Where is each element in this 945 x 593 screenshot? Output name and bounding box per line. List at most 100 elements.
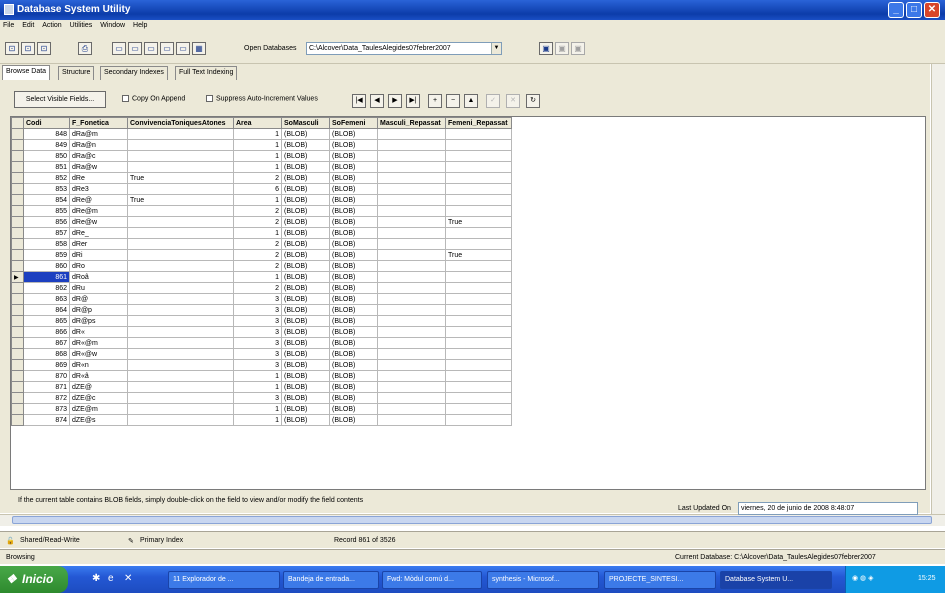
table-cell-convivenciatoniquesatones[interactable] bbox=[127, 271, 234, 283]
table-cell-masculi-repassat[interactable] bbox=[377, 161, 446, 173]
table-cell-f-fonetica[interactable]: dR@ bbox=[69, 293, 128, 305]
table-cell-somasculi[interactable]: (BLOB) bbox=[281, 282, 330, 294]
table-row[interactable]: 853 dRe3 6 (BLOB) (BLOB) bbox=[11, 183, 517, 195]
table-cell-f-fonetica[interactable]: dRi bbox=[69, 249, 128, 261]
table-cell-convivenciatoniquesatones[interactable] bbox=[127, 150, 234, 162]
table-cell-codi[interactable]: 859 bbox=[23, 249, 70, 261]
menu-edit[interactable]: Edit bbox=[19, 20, 37, 31]
table-cell-area[interactable]: 1 bbox=[233, 381, 282, 393]
taskbar-button[interactable]: Database System U... bbox=[720, 571, 832, 589]
table-cell-femeni-repassat[interactable] bbox=[445, 315, 512, 327]
column-header-femeni-repassat[interactable]: Femeni_Repassat bbox=[445, 117, 512, 129]
row-indicator[interactable] bbox=[11, 337, 24, 349]
table-cell-f-fonetica[interactable]: dR«@w bbox=[69, 348, 128, 360]
table-cell-femeni-repassat[interactable] bbox=[445, 194, 512, 206]
row-indicator[interactable] bbox=[11, 282, 24, 294]
table-cell-f-fonetica[interactable]: dR@p bbox=[69, 304, 128, 316]
table-cell-f-fonetica[interactable]: dRer bbox=[69, 238, 128, 250]
row-indicator[interactable] bbox=[11, 194, 24, 206]
vertical-scrollbar[interactable] bbox=[931, 64, 945, 514]
row-indicator[interactable] bbox=[11, 183, 24, 195]
table-cell-masculi-repassat[interactable] bbox=[377, 260, 446, 272]
table-row[interactable]: 868 dR«@w 3 (BLOB) (BLOB) bbox=[11, 348, 517, 360]
table-cell-sofemeni[interactable]: (BLOB) bbox=[329, 260, 378, 272]
table-cell-convivenciatoniquesatones[interactable] bbox=[127, 260, 234, 272]
table-cell-codi[interactable]: 869 bbox=[23, 359, 70, 371]
table-cell-codi[interactable]: 853 bbox=[23, 183, 70, 195]
table-cell-masculi-repassat[interactable] bbox=[377, 304, 446, 316]
table-cell-area[interactable]: 3 bbox=[233, 293, 282, 305]
insert-record-button[interactable]: + bbox=[428, 94, 442, 108]
table-cell-sofemeni[interactable]: (BLOB) bbox=[329, 216, 378, 228]
table-cell-sofemeni[interactable]: (BLOB) bbox=[329, 238, 378, 250]
table-row[interactable]: 855 dRe@m 2 (BLOB) (BLOB) bbox=[11, 205, 517, 217]
table-cell-somasculi[interactable]: (BLOB) bbox=[281, 238, 330, 250]
table-cell-convivenciatoniquesatones[interactable] bbox=[127, 337, 234, 349]
table-cell-sofemeni[interactable]: (BLOB) bbox=[329, 370, 378, 382]
table-cell-somasculi[interactable]: (BLOB) bbox=[281, 271, 330, 283]
table-cell-sofemeni[interactable]: (BLOB) bbox=[329, 227, 378, 239]
table-cell-convivenciatoniquesatones[interactable]: True bbox=[127, 194, 234, 206]
table-row[interactable]: 862 dRu 2 (BLOB) (BLOB) bbox=[11, 282, 517, 294]
table-cell-codi[interactable]: 868 bbox=[23, 348, 70, 360]
table-row[interactable]: 859 dRi 2 (BLOB) (BLOB) True bbox=[11, 249, 517, 261]
table-cell-codi[interactable]: 860 bbox=[23, 260, 70, 272]
row-indicator[interactable]: ▶ bbox=[11, 271, 24, 283]
table-cell-masculi-repassat[interactable] bbox=[377, 348, 446, 360]
table-cell-somasculi[interactable]: (BLOB) bbox=[281, 194, 330, 206]
table-cell-somasculi[interactable]: (BLOB) bbox=[281, 304, 330, 316]
table-cell-masculi-repassat[interactable] bbox=[377, 315, 446, 327]
table-cell-femeni-repassat[interactable] bbox=[445, 304, 512, 316]
row-indicator[interactable] bbox=[11, 392, 24, 404]
table-cell-femeni-repassat[interactable] bbox=[445, 326, 512, 338]
table-row[interactable]: 854 dRe@ True 1 (BLOB) (BLOB) bbox=[11, 194, 517, 206]
row-indicator[interactable] bbox=[11, 128, 24, 140]
table-cell-femeni-repassat[interactable] bbox=[445, 414, 512, 426]
table-cell-femeni-repassat[interactable]: True bbox=[445, 216, 512, 228]
table-cell-femeni-repassat[interactable] bbox=[445, 293, 512, 305]
table-cell-convivenciatoniquesatones[interactable]: True bbox=[127, 172, 234, 184]
table-cell-masculi-repassat[interactable] bbox=[377, 337, 446, 349]
table-cell-area[interactable]: 2 bbox=[233, 205, 282, 217]
table-cell-area[interactable]: 2 bbox=[233, 238, 282, 250]
table-cell-masculi-repassat[interactable] bbox=[377, 216, 446, 228]
table-cell-f-fonetica[interactable]: dRo bbox=[69, 260, 128, 272]
table-row[interactable]: 874 dZE@s 1 (BLOB) (BLOB) bbox=[11, 414, 517, 426]
table-cell-area[interactable]: 1 bbox=[233, 139, 282, 151]
table-cell-area[interactable]: 1 bbox=[233, 271, 282, 283]
table-cell-somasculi[interactable]: (BLOB) bbox=[281, 227, 330, 239]
table-cell-femeni-repassat[interactable] bbox=[445, 260, 512, 272]
table-cell-codi[interactable]: 854 bbox=[23, 194, 70, 206]
table-cell-f-fonetica[interactable]: dR«@m bbox=[69, 337, 128, 349]
tab-secondary-indexes[interactable]: Secondary Indexes bbox=[100, 66, 168, 80]
table-cell-f-fonetica[interactable]: dZE@s bbox=[69, 414, 128, 426]
table-cell-convivenciatoniquesatones[interactable] bbox=[127, 403, 234, 415]
first-record-button[interactable]: |◀ bbox=[352, 94, 366, 108]
next-record-button[interactable]: ▶ bbox=[388, 94, 402, 108]
table-cell-femeni-repassat[interactable] bbox=[445, 227, 512, 239]
table-cell-f-fonetica[interactable]: dRa@m bbox=[69, 128, 128, 140]
menu-utilities[interactable]: Utilities bbox=[67, 20, 96, 31]
table-cell-femeni-repassat[interactable] bbox=[445, 238, 512, 250]
row-indicator[interactable] bbox=[11, 370, 24, 382]
table-cell-femeni-repassat[interactable] bbox=[445, 370, 512, 382]
table-cell-masculi-repassat[interactable] bbox=[377, 227, 446, 239]
show-desktop-icon[interactable]: ✱ bbox=[92, 573, 100, 584]
table-cell-f-fonetica[interactable]: dRa@c bbox=[69, 150, 128, 162]
open-databases-select[interactable]: C:\Alcover\Data_TaulesAlegides07febrer20… bbox=[306, 42, 502, 55]
table-cell-masculi-repassat[interactable] bbox=[377, 183, 446, 195]
table-row[interactable]: 869 dR«n 3 (BLOB) (BLOB) bbox=[11, 359, 517, 371]
table-cell-somasculi[interactable]: (BLOB) bbox=[281, 128, 330, 140]
table-cell-masculi-repassat[interactable] bbox=[377, 293, 446, 305]
taskbar-button[interactable]: Bandeja de entrada... bbox=[283, 571, 379, 589]
table-cell-sofemeni[interactable]: (BLOB) bbox=[329, 139, 378, 151]
table-cell-sofemeni[interactable]: (BLOB) bbox=[329, 348, 378, 360]
column-header-sofemeni[interactable]: SoFemeni bbox=[329, 117, 378, 129]
table-cell-somasculi[interactable]: (BLOB) bbox=[281, 359, 330, 371]
table-cell-sofemeni[interactable]: (BLOB) bbox=[329, 326, 378, 338]
table-row[interactable]: 866 dR« 3 (BLOB) (BLOB) bbox=[11, 326, 517, 338]
table-cell-codi[interactable]: 862 bbox=[23, 282, 70, 294]
table-cell-somasculi[interactable]: (BLOB) bbox=[281, 370, 330, 382]
table-cell-codi[interactable]: 864 bbox=[23, 304, 70, 316]
window-arrange-icon[interactable]: ▭ bbox=[144, 42, 158, 55]
